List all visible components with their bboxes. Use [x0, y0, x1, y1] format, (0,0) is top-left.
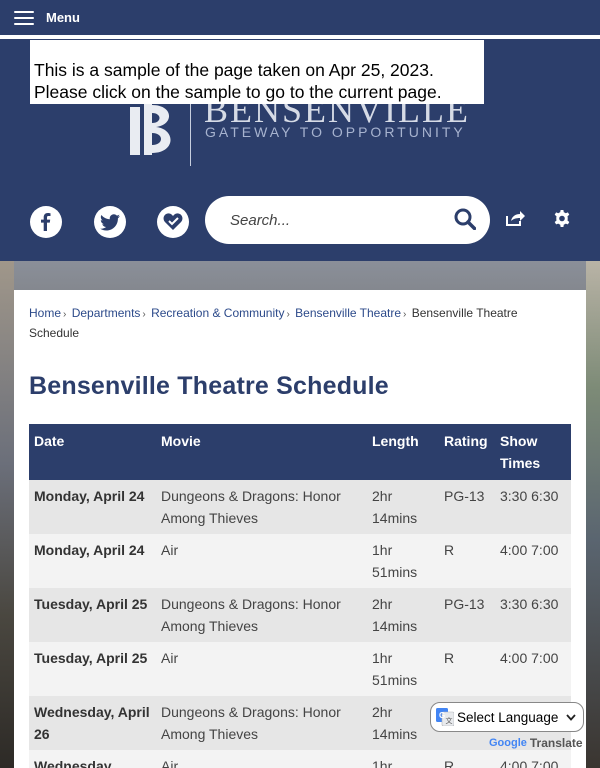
language-select[interactable]: G 文 Select Language	[430, 702, 584, 732]
cell-length: 1hr	[367, 750, 439, 768]
table-row: Tuesday, April 25 Air 1hr 51mins R 4:00 …	[29, 642, 571, 696]
search-input[interactable]	[230, 211, 440, 229]
google-logo: Google	[489, 737, 527, 749]
cell-show-times: 4:00 7:00	[495, 642, 571, 696]
menu-label[interactable]: Menu	[46, 10, 80, 25]
bensenville-logo-mark[interactable]	[130, 97, 178, 157]
google-translate-icon: G 文	[436, 708, 454, 726]
cell-movie: Dungeons & Dragons: Honor Among Thieves	[156, 696, 367, 750]
column-header-rating: Rating	[439, 424, 495, 480]
breadcrumb-departments[interactable]: Departments	[72, 306, 141, 320]
cell-date: Wednesday,	[29, 750, 156, 768]
search-box	[205, 196, 490, 244]
cell-show-times: 4:00 7:00	[495, 750, 571, 768]
search-icon[interactable]	[454, 208, 477, 235]
translate-label: Translate	[529, 736, 583, 750]
page-title: Bensenville Theatre Schedule	[29, 372, 389, 400]
column-header-show-times: Show Times	[495, 424, 571, 480]
gear-icon[interactable]	[553, 210, 571, 233]
cell-date: Tuesday, April 25	[29, 642, 156, 696]
cell-rating: R	[439, 534, 495, 588]
svg-text:G: G	[439, 711, 445, 720]
cell-show-times: 3:30 6:30	[495, 588, 571, 642]
table-row: Monday, April 24 Dungeons & Dragons: Hon…	[29, 480, 571, 534]
cell-date: Monday, April 24	[29, 480, 156, 534]
cell-date: Tuesday, April 25	[29, 588, 156, 642]
cell-length: 2hr 14mins	[367, 588, 439, 642]
powered-by-google-translate[interactable]: Google Translate	[489, 736, 583, 750]
column-header-date: Date	[29, 424, 156, 480]
cell-rating: R	[439, 750, 495, 768]
content-card: Home › Departments › Recreation & Communit…	[14, 290, 586, 768]
column-header-length: Length	[367, 424, 439, 480]
cell-show-times: 4:00 7:00	[495, 534, 571, 588]
table-row: Wednesday, Air 1hr R 4:00 7:00	[29, 750, 571, 768]
cell-date: Wednesday, April 26	[29, 696, 156, 750]
cell-rating: PG-13	[439, 480, 495, 534]
svg-text:文: 文	[446, 716, 453, 725]
sample-notice-line2: Please click on the sample to go to the …	[34, 82, 442, 102]
table-row: Monday, April 24 Air 1hr 51mins R 4:00 7…	[29, 534, 571, 588]
share-icon[interactable]	[505, 210, 525, 232]
cell-length: 2hr 14mins	[367, 696, 439, 750]
cell-rating: R	[439, 642, 495, 696]
heart-icon[interactable]	[157, 206, 189, 238]
sample-notice-line1: This is a sample of the page taken on Ap…	[34, 60, 434, 80]
cell-movie: Dungeons & Dragons: Honor Among Thieves	[156, 588, 367, 642]
archive-sample-notice[interactable]: This is a sample of the page taken on Ap…	[30, 40, 484, 104]
table-header-row: Date Movie Length Rating Show Times	[29, 424, 571, 480]
cell-length: 1hr 51mins	[367, 534, 439, 588]
language-select-label: Select Language	[457, 709, 559, 725]
twitter-icon[interactable]	[94, 206, 126, 238]
breadcrumb-theatre[interactable]: Bensenville Theatre	[295, 306, 401, 320]
cell-length: 2hr 14mins	[367, 480, 439, 534]
top-menu-bar: Menu	[0, 0, 600, 35]
cell-movie: Air	[156, 750, 367, 768]
breadcrumb: Home › Departments › Recreation & Communit…	[29, 306, 518, 340]
breadcrumb-recreation[interactable]: Recreation & Community	[151, 306, 284, 320]
cell-movie: Dungeons & Dragons: Honor Among Thieves	[156, 480, 367, 534]
hamburger-menu-icon[interactable]	[14, 10, 34, 25]
column-header-movie: Movie	[156, 424, 367, 480]
logo-tagline: GATEWAY TO OPPORTUNITY	[205, 124, 466, 140]
cell-rating: PG-13	[439, 588, 495, 642]
breadcrumb-home[interactable]: Home	[29, 306, 61, 320]
cell-date: Monday, April 24	[29, 534, 156, 588]
cell-length: 1hr 51mins	[367, 642, 439, 696]
table-row: Tuesday, April 25 Dungeons & Dragons: Ho…	[29, 588, 571, 642]
cell-movie: Air	[156, 642, 367, 696]
cell-show-times: 3:30 6:30	[495, 480, 571, 534]
chevron-down-icon	[566, 713, 577, 721]
cell-movie: Air	[156, 534, 367, 588]
facebook-icon[interactable]	[30, 206, 62, 238]
